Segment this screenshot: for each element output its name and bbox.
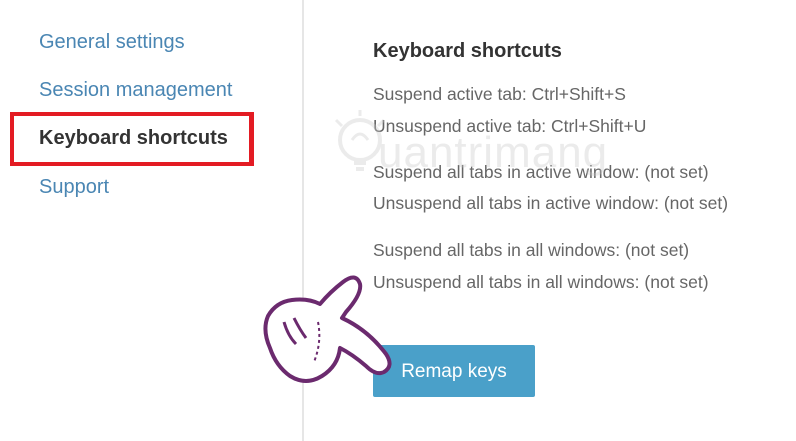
shortcut-suspend-active-window: Suspend all tabs in active window: (not … <box>373 162 709 182</box>
shortcut-unsuspend-all-windows: Unsuspend all tabs in all windows: (not … <box>373 272 709 292</box>
shortcut-suspend-active-tab: Suspend active tab: Ctrl+Shift+S <box>373 84 626 104</box>
sidebar-item-support[interactable]: Support <box>39 176 109 199</box>
sidebar: General settings Session management Keyb… <box>0 0 300 441</box>
sidebar-item-session-management[interactable]: Session management <box>39 79 232 102</box>
highlight-annotation <box>10 112 254 166</box>
options-page: General settings Session management Keyb… <box>0 0 796 441</box>
page-title: Keyboard shortcuts <box>373 40 562 62</box>
shortcut-unsuspend-active-tab: Unsuspend active tab: Ctrl+Shift+U <box>373 116 647 136</box>
shortcut-suspend-all-windows: Suspend all tabs in all windows: (not se… <box>373 240 690 260</box>
sidebar-item-general-settings[interactable]: General settings <box>39 31 185 54</box>
remap-keys-button[interactable]: Remap keys <box>373 345 535 397</box>
shortcut-unsuspend-active-window: Unsuspend all tabs in active window: (no… <box>373 193 729 213</box>
main-content: Keyboard shortcuts Suspend active tab: C… <box>304 0 796 441</box>
